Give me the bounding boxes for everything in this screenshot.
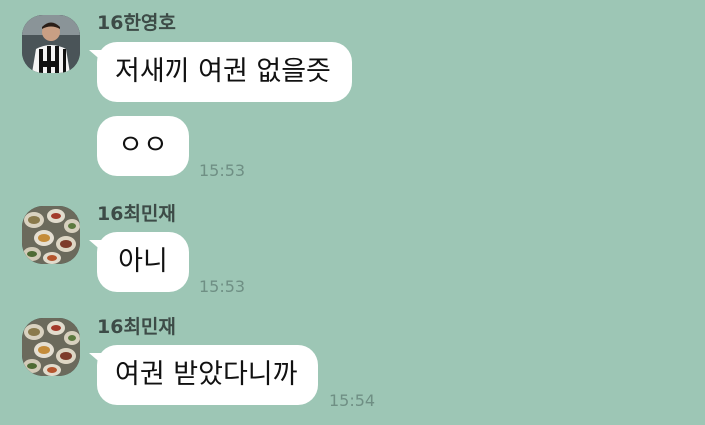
sender-name: 16한영호 (97, 12, 176, 34)
profile-avatar[interactable] (22, 318, 80, 376)
message-timestamp: 15:54 (329, 391, 376, 410)
message-timestamp: 15:53 (199, 161, 246, 180)
profile-avatar[interactable] (22, 15, 80, 73)
chat-window: 16한영호 저새끼 여권 없을즛 ㅇㅇ 15:53 16최민재 아니 15:53 (0, 0, 705, 425)
food-table-avatar-icon (22, 206, 80, 264)
message-bubble[interactable]: 저새끼 여권 없을즛 (89, 42, 352, 102)
sender-name: 16최민재 (97, 316, 176, 338)
soccer-player-avatar-icon (22, 15, 80, 73)
message-bubble[interactable]: 여권 받았다니까 (89, 345, 318, 405)
message-bubble[interactable]: ㅇㅇ (97, 116, 189, 176)
profile-avatar[interactable] (22, 206, 80, 264)
food-table-avatar-icon (22, 318, 80, 376)
message-bubble[interactable]: 아니 (89, 232, 189, 292)
message-timestamp: 15:53 (199, 277, 246, 296)
sender-name: 16최민재 (97, 203, 176, 225)
